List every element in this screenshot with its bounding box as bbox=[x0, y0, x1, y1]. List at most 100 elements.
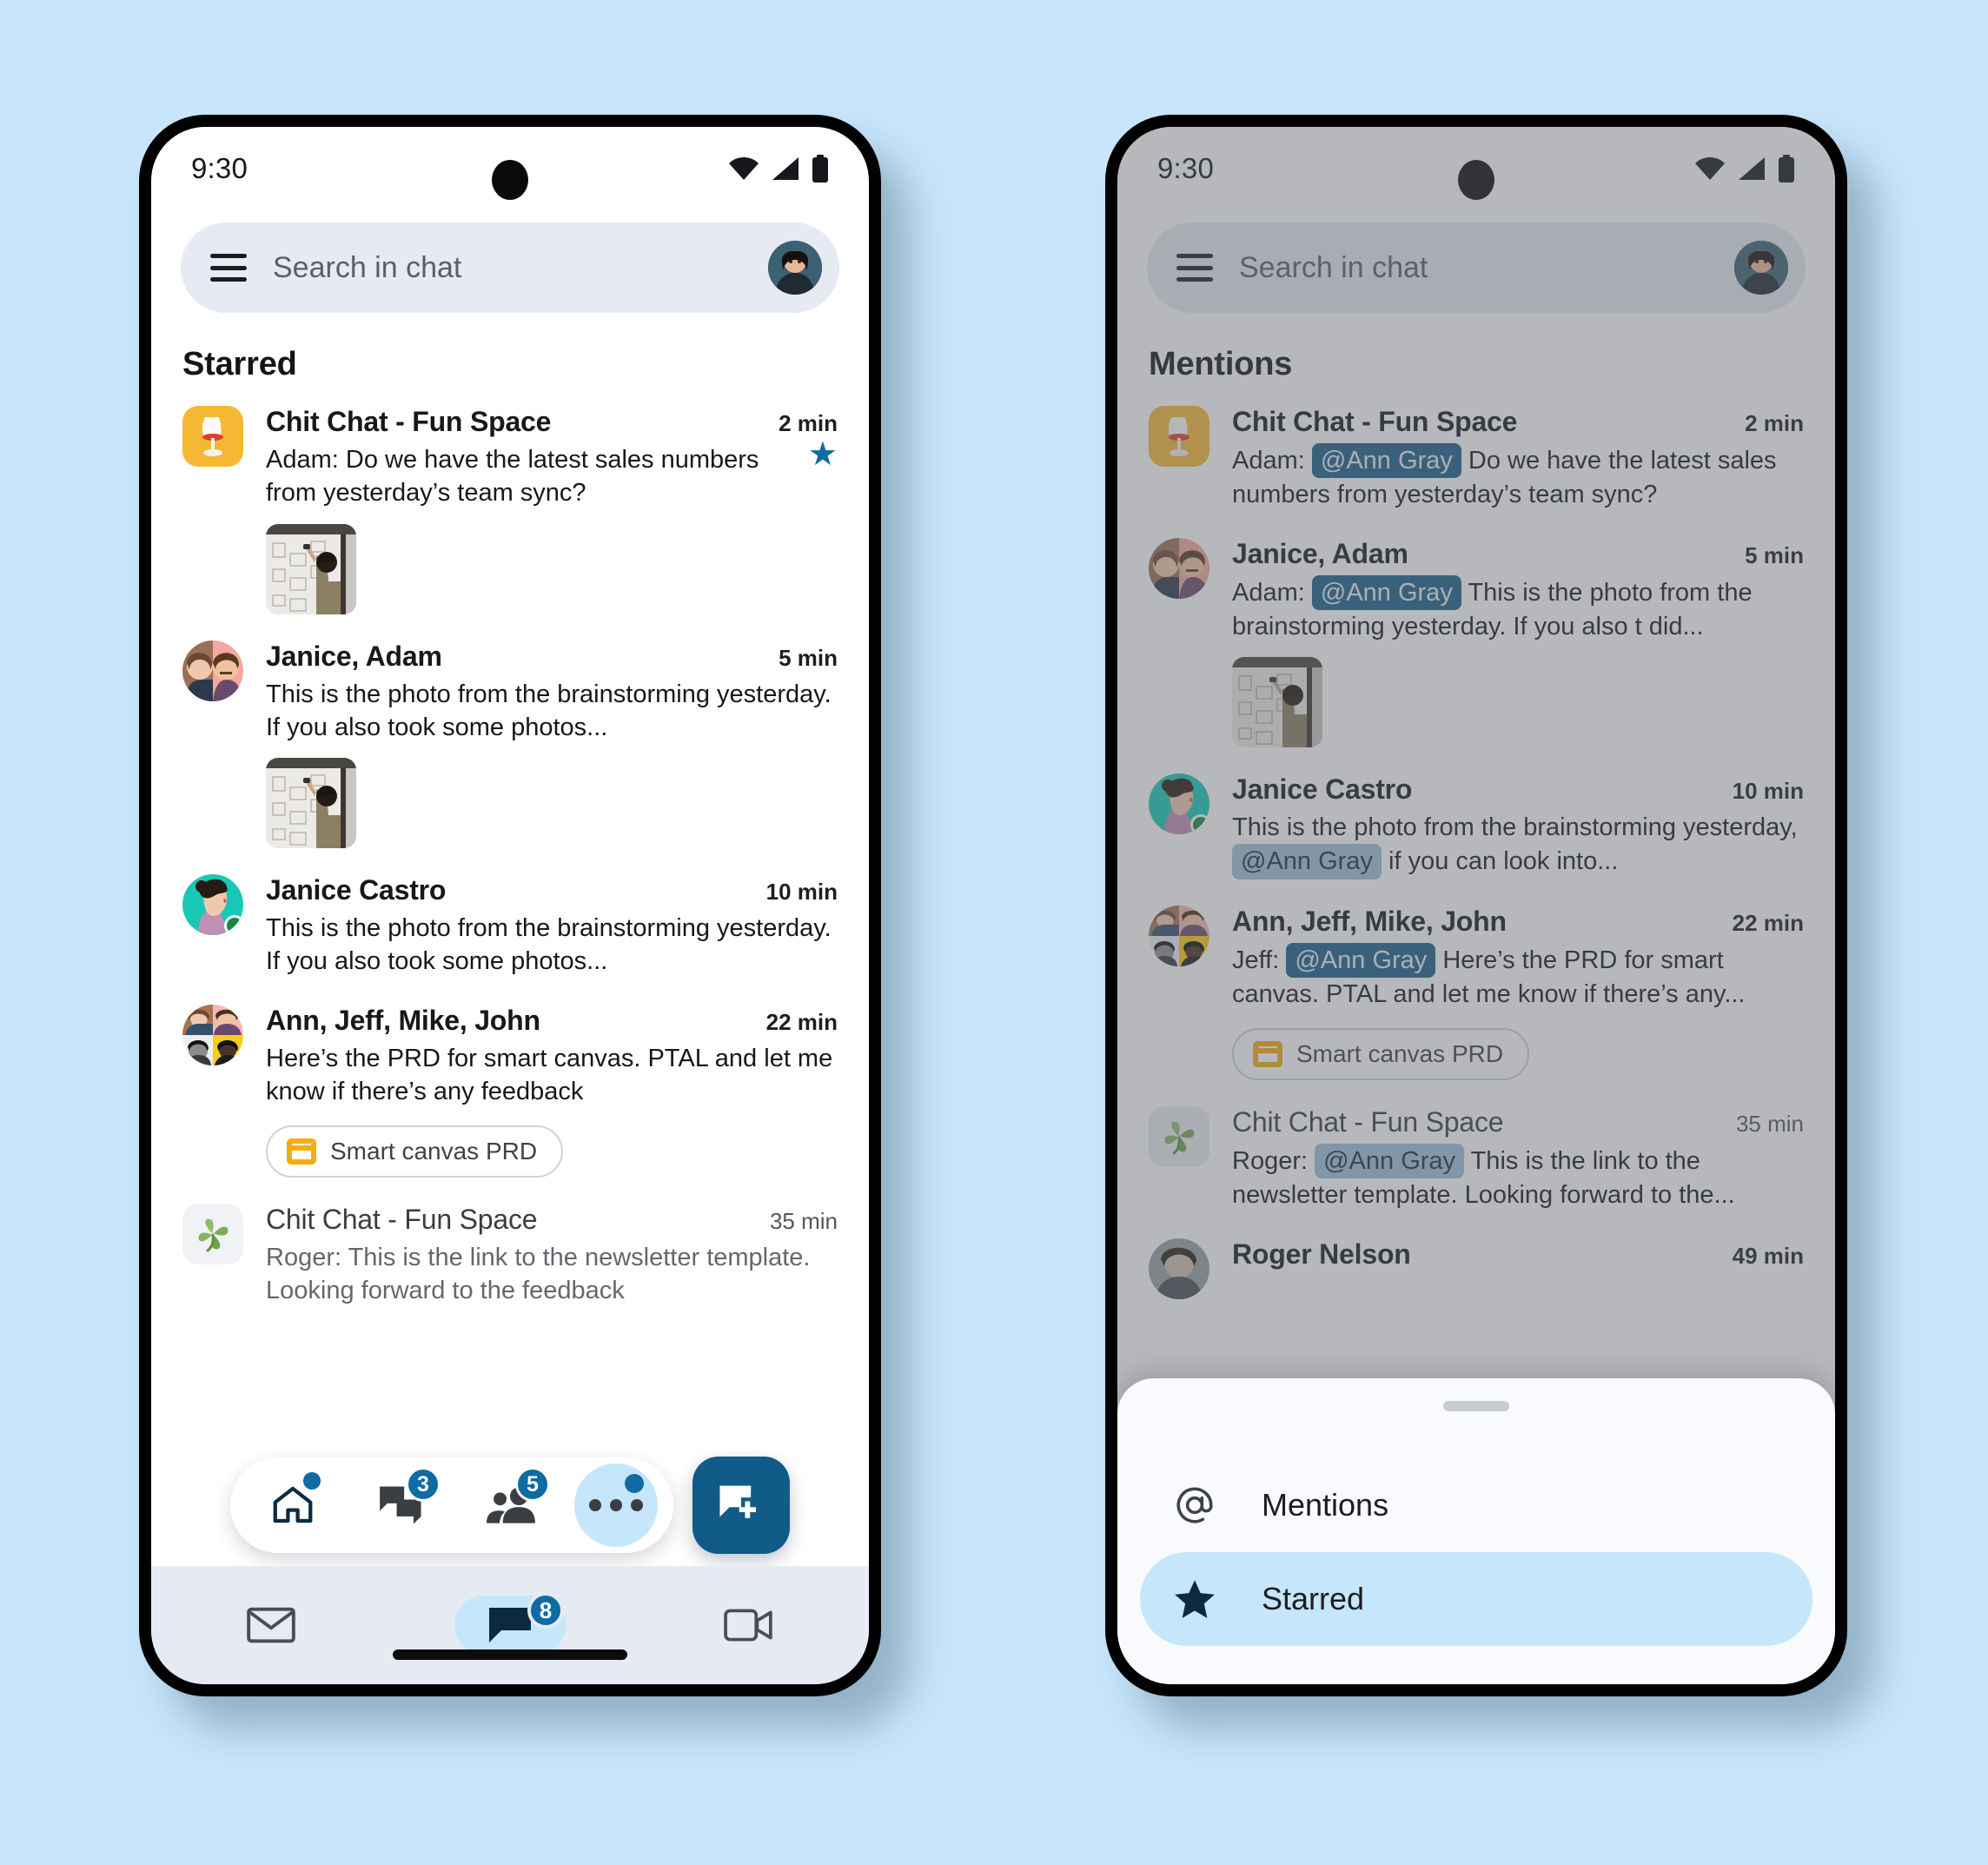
hamburger-icon[interactable] bbox=[210, 254, 247, 282]
hamburger-icon[interactable] bbox=[1176, 254, 1213, 282]
tab-meet[interactable] bbox=[630, 1596, 869, 1655]
row-avatar bbox=[1149, 537, 1209, 748]
row-header: Chit Chat - Fun Space 35 min bbox=[266, 1204, 838, 1236]
online-status-indicator bbox=[224, 915, 243, 936]
chat-snippet: Adam: Do we have the latest sales number… bbox=[266, 446, 759, 508]
chat-title: Roger Nelson bbox=[1232, 1238, 1411, 1270]
tab-chat[interactable]: 8 bbox=[390, 1592, 629, 1655]
attachment-chip[interactable]: Smart canvas PRD bbox=[1232, 1028, 1530, 1081]
chat-tab-badge: 8 bbox=[527, 1592, 564, 1629]
chat-list-item[interactable]: Janice Castro 10 min This is the photo f… bbox=[1143, 756, 1809, 888]
home-notification-dot bbox=[303, 1472, 321, 1490]
row-header: Janice Castro 10 min bbox=[266, 874, 838, 906]
phone-device-mentions: 9:30 Search in chat Mentions Chit Chat -… bbox=[1105, 115, 1847, 1696]
chat-list-starred: Chit Chat - Fun Space 2 min Adam: Do we … bbox=[151, 388, 869, 1317]
clover-icon bbox=[1149, 1106, 1209, 1168]
star-icon[interactable]: ★ bbox=[808, 438, 838, 471]
chat-list-item[interactable]: Chit Chat - Fun Space 2 min Adam: Do we … bbox=[177, 388, 843, 623]
snippet-prefix: Adam: bbox=[1232, 447, 1312, 475]
chat-timestamp: 22 min bbox=[765, 1008, 838, 1035]
mention-chip[interactable]: @Ann Gray bbox=[1232, 844, 1382, 879]
chat-snippet: This is the photo from the brainstorming… bbox=[266, 914, 832, 976]
chat-timestamp: 35 min bbox=[1735, 1111, 1804, 1138]
filter-bottom-sheet: Mentions Starred bbox=[1117, 1378, 1835, 1684]
row-body: Janice Castro 10 min This is the photo f… bbox=[1232, 773, 1804, 879]
row-body: Ann, Jeff, Mike, John 22 min Jeff: @Ann … bbox=[1232, 906, 1804, 1081]
nav-chat-button[interactable]: 3 bbox=[355, 1465, 449, 1545]
nav-people-button[interactable]: 5 bbox=[465, 1465, 559, 1545]
chat-list-item[interactable]: Chit Chat - Fun Space 35 min Roger: This… bbox=[177, 1186, 843, 1317]
new-chat-fab[interactable] bbox=[692, 1457, 790, 1554]
status-bar: 9:30 bbox=[151, 127, 869, 210]
user-avatar[interactable] bbox=[768, 241, 822, 295]
chat-list-item[interactable]: Janice Castro 10 min This is the photo f… bbox=[177, 857, 843, 987]
battery-icon bbox=[1778, 155, 1795, 183]
floating-nav-pill: 3 5 bbox=[230, 1457, 673, 1553]
row-header: Chit Chat - Fun Space 2 min bbox=[266, 406, 838, 438]
row-avatar bbox=[182, 1204, 243, 1308]
chat-list-item[interactable]: Ann, Jeff, Mike, John 22 min Here’s the … bbox=[177, 987, 843, 1187]
user-avatar[interactable] bbox=[1734, 241, 1788, 295]
row-avatar bbox=[182, 1004, 243, 1178]
group-avatar bbox=[182, 640, 243, 701]
chat-title: Chit Chat - Fun Space bbox=[1232, 1106, 1504, 1138]
chat-list-item[interactable]: Janice, Adam 5 min Adam: @Ann Gray This … bbox=[1143, 521, 1809, 757]
signal-icon bbox=[772, 156, 799, 181]
attachment-thumbnail[interactable] bbox=[1232, 657, 1322, 748]
search-input[interactable]: Search in chat bbox=[273, 251, 768, 285]
sheet-item-label: Starred bbox=[1262, 1581, 1365, 1616]
section-title-mentions: Mentions bbox=[1149, 346, 1293, 382]
chat-list-item[interactable]: Chit Chat - Fun Space 2 min Adam: @Ann G… bbox=[1143, 388, 1809, 521]
chat-timestamp: 5 min bbox=[1745, 541, 1804, 568]
attachment-thumbnail[interactable] bbox=[266, 758, 356, 849]
sheet-item-starred[interactable]: Starred bbox=[1140, 1552, 1812, 1646]
mention-chip[interactable]: @Ann Gray bbox=[1311, 443, 1461, 479]
mention-chip[interactable]: @Ann Gray bbox=[1311, 574, 1461, 610]
status-clock: 9:30 bbox=[1157, 152, 1215, 184]
chat-timestamp: 49 min bbox=[1732, 1242, 1804, 1269]
doc-icon bbox=[1253, 1041, 1282, 1068]
section-title-starred: Starred bbox=[182, 346, 297, 382]
chat-title: Ann, Jeff, Mike, John bbox=[1232, 905, 1507, 937]
battery-icon bbox=[812, 155, 829, 183]
tab-pill-chat[interactable]: 8 bbox=[454, 1592, 566, 1655]
row-body: Janice, Adam 5 min Adam: @Ann Gray This … bbox=[1232, 538, 1804, 748]
more-notification-dot bbox=[625, 1474, 644, 1493]
attachment-thumbnail[interactable] bbox=[266, 523, 356, 614]
tab-pill-meet[interactable] bbox=[693, 1596, 805, 1655]
tab-mail[interactable] bbox=[151, 1596, 390, 1655]
chat-snippet: Adam: @Ann Gray This is the photo from t… bbox=[1232, 574, 1804, 644]
doc-icon bbox=[287, 1138, 316, 1165]
attachment-chip[interactable]: Smart canvas PRD bbox=[266, 1125, 564, 1178]
sheet-item-label: Mentions bbox=[1262, 1487, 1389, 1523]
chat-title: Chit Chat - Fun Space bbox=[266, 406, 552, 437]
chat-list-item[interactable]: Chit Chat - Fun Space 35 min Roger: @Ann… bbox=[1143, 1089, 1809, 1221]
chat-snippet: Here’s the PRD for smart canvas. PTAL an… bbox=[266, 1044, 833, 1105]
row-body: Chit Chat - Fun Space 35 min Roger: This… bbox=[266, 1204, 838, 1308]
mention-chip[interactable]: @Ann Gray bbox=[1315, 1144, 1465, 1179]
chat-list-item[interactable]: Roger Nelson 49 min bbox=[1143, 1221, 1809, 1308]
search-input[interactable]: Search in chat bbox=[1239, 251, 1734, 285]
search-bar[interactable]: Search in chat bbox=[1147, 222, 1806, 313]
chat-list-item[interactable]: Janice, Adam 5 min This is the photo fro… bbox=[177, 623, 843, 858]
chat-badge: 3 bbox=[406, 1467, 441, 1502]
snippet-prefix: Jeff: bbox=[1232, 946, 1287, 974]
chat-snippet: Jeff: @Ann Gray Here’s the PRD for smart… bbox=[1232, 942, 1804, 1012]
search-bar[interactable]: Search in chat bbox=[181, 222, 839, 313]
nav-home-button[interactable] bbox=[246, 1465, 340, 1545]
row-header: Janice Castro 10 min bbox=[1232, 773, 1804, 806]
tab-pill-mail[interactable] bbox=[215, 1596, 327, 1655]
avatar-half-left bbox=[1149, 537, 1179, 599]
row-body: Roger Nelson 49 min bbox=[1232, 1238, 1804, 1299]
chat-snippet: Roger: This is the link to the newslette… bbox=[266, 1244, 811, 1305]
sheet-item-mentions[interactable]: Mentions bbox=[1140, 1458, 1812, 1552]
nav-more-button[interactable] bbox=[574, 1463, 658, 1547]
chat-timestamp: 22 min bbox=[1732, 909, 1804, 936]
mention-chip[interactable]: @Ann Gray bbox=[1286, 942, 1436, 978]
chat-snippet: Roger: @Ann Gray This is the link to the… bbox=[1232, 1144, 1804, 1212]
chat-list-item[interactable]: Ann, Jeff, Mike, John 22 min Jeff: @Ann … bbox=[1143, 888, 1809, 1090]
attachment-label: Smart canvas PRD bbox=[330, 1138, 538, 1165]
chat-title: Chit Chat - Fun Space bbox=[1232, 406, 1518, 437]
drag-handle[interactable] bbox=[1443, 1401, 1509, 1411]
row-body: Chit Chat - Fun Space 2 min Adam: Do we … bbox=[266, 406, 838, 614]
